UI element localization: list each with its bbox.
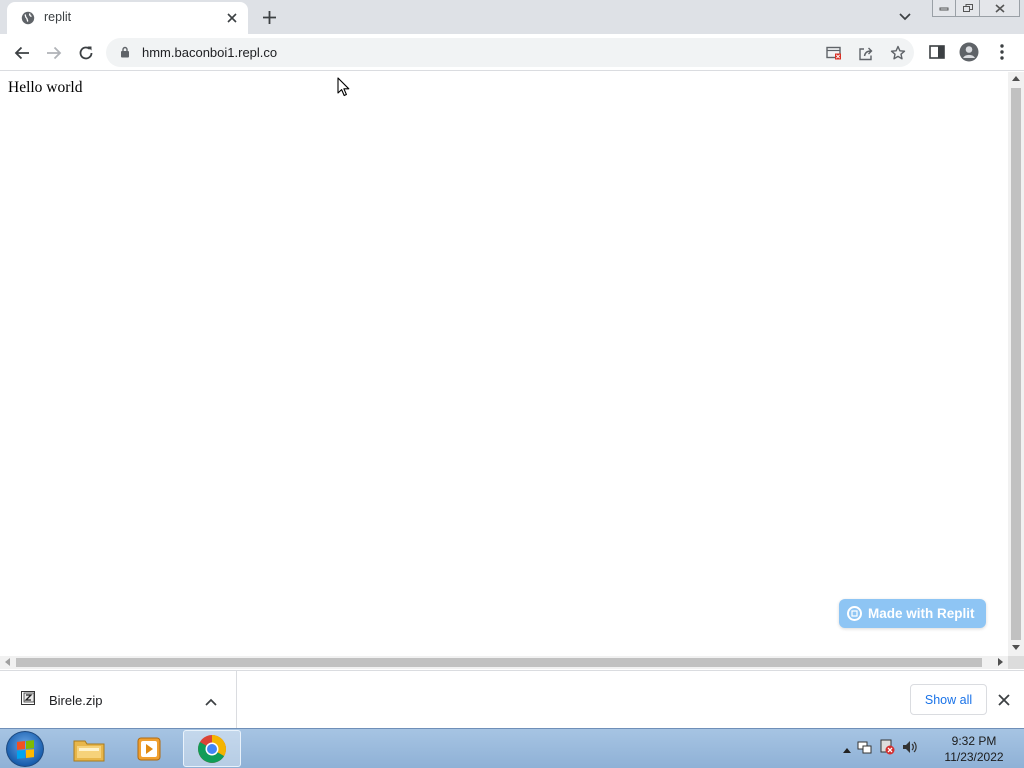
taskbar-chrome[interactable] [183, 730, 241, 767]
scroll-right-icon[interactable] [998, 658, 1003, 666]
tab-strip: replit [0, 0, 1024, 34]
file-explorer-icon [73, 740, 105, 761]
scroll-left-icon[interactable] [5, 658, 10, 666]
volume-icon[interactable] [901, 739, 917, 760]
side-panel-icon[interactable] [927, 42, 947, 62]
minimize-button[interactable] [932, 0, 956, 17]
reload-icon[interactable] [74, 41, 98, 65]
window-controls [932, 0, 1020, 18]
taskbar-clock[interactable]: 9:32 PM 11/23/2022 [936, 733, 1012, 765]
mouse-pointer-icon [337, 77, 350, 97]
window-close-button[interactable] [980, 0, 1020, 17]
zip-file-icon [21, 691, 35, 705]
back-arrow-icon[interactable] [10, 41, 34, 65]
profile-avatar-icon[interactable] [959, 42, 979, 62]
share-icon[interactable] [858, 45, 874, 61]
tab-close-icon[interactable] [224, 10, 240, 26]
lock-icon[interactable] [120, 46, 130, 58]
vertical-scroll-thumb[interactable] [1011, 88, 1021, 640]
page-viewport: Hello world Made with Replit [0, 72, 1008, 656]
made-with-replit-label: Made with Replit [868, 606, 975, 621]
globe-icon [21, 11, 35, 25]
clock-time: 9:32 PM [951, 734, 997, 748]
more-menu-icon[interactable] [992, 42, 1012, 62]
action-center-flag-icon[interactable] [857, 739, 873, 760]
new-tab-icon[interactable] [260, 8, 278, 26]
restore-button[interactable] [956, 0, 980, 17]
browser-toolbar: hmm.baconboi1.repl.co [0, 34, 1024, 71]
start-button[interactable] [6, 731, 44, 767]
vertical-scrollbar[interactable] [1008, 72, 1024, 656]
download-item[interactable]: Birele.zip [0, 671, 237, 728]
media-player-icon [137, 737, 161, 760]
horizontal-scroll-thumb[interactable] [16, 658, 982, 667]
tab-search-chevron-icon[interactable] [896, 9, 914, 25]
page-text: Hello world [8, 79, 83, 96]
cast-blocked-icon[interactable] [826, 45, 842, 61]
bookmark-star-icon[interactable] [890, 45, 906, 61]
scrollbar-corner [1008, 656, 1024, 669]
clock-date: 11/23/2022 [944, 750, 1004, 764]
chevron-up-icon[interactable] [205, 693, 217, 711]
browser-tab[interactable]: replit [7, 2, 248, 34]
taskbar: 9:32 PM 11/23/2022 [0, 728, 1024, 768]
close-download-bar-icon[interactable] [998, 693, 1010, 711]
made-with-replit-badge[interactable]: Made with Replit [839, 599, 986, 628]
forward-arrow-icon[interactable] [42, 41, 66, 65]
download-bar: Birele.zip Show all [0, 670, 1024, 728]
taskbar-media-player[interactable] [120, 730, 178, 767]
scroll-up-icon[interactable] [1012, 76, 1020, 81]
show-all-button[interactable]: Show all [910, 684, 987, 715]
tab-title: replit [44, 10, 72, 24]
scroll-down-icon[interactable] [1012, 645, 1020, 650]
replit-logo-icon [847, 606, 862, 621]
windows-logo-icon [17, 740, 34, 759]
address-bar[interactable]: hmm.baconboi1.repl.co [106, 38, 914, 67]
network-disconnected-icon[interactable] [879, 739, 895, 760]
chrome-icon [198, 734, 226, 763]
url-text[interactable]: hmm.baconboi1.repl.co [142, 45, 277, 60]
taskbar-file-explorer[interactable] [60, 730, 118, 767]
horizontal-scrollbar[interactable] [0, 656, 1008, 669]
download-file-name[interactable]: Birele.zip [49, 693, 102, 708]
system-tray [843, 729, 917, 768]
show-hidden-icons-icon[interactable] [843, 740, 851, 758]
